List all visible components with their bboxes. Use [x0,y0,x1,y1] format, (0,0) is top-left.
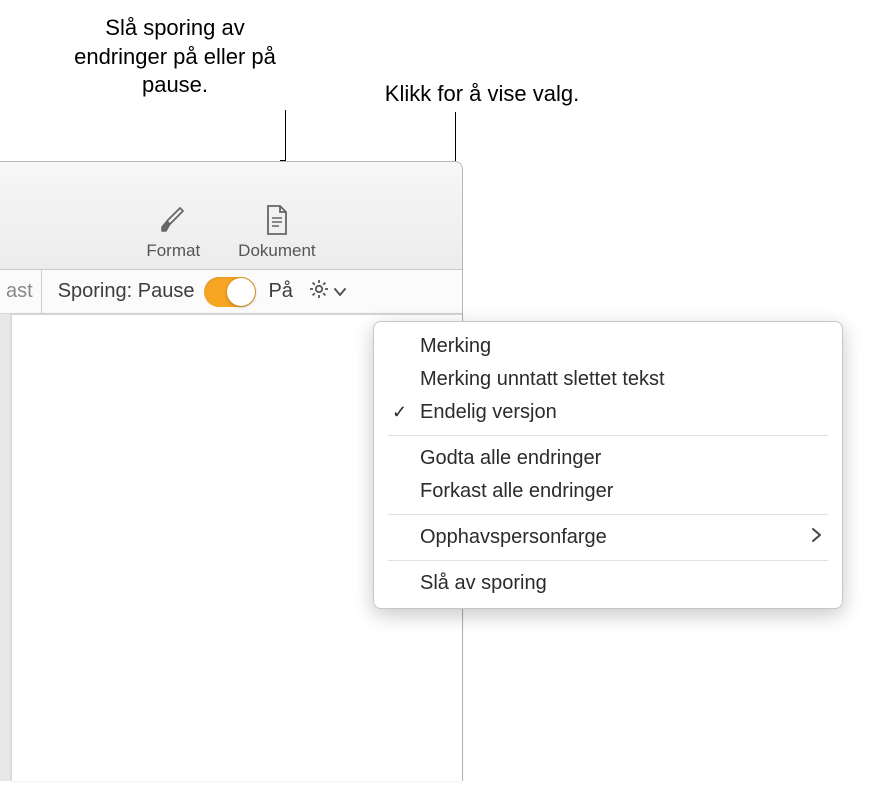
menu-item-reject-all[interactable]: Forkast alle endringer [374,475,842,508]
menu-separator [388,514,828,515]
menu-item-label: Merking [420,335,491,358]
menu-item-accept-all[interactable]: Godta alle endringer [374,442,842,475]
document-label: Dokument [238,241,315,261]
tracking-toggle[interactable] [204,277,256,307]
gear-icon [307,277,331,307]
brush-icon [156,203,190,237]
menu-item-label: Slå av sporing [420,572,547,595]
on-label: På [268,280,292,303]
document-toolbar-item[interactable]: Dokument [238,203,315,261]
format-toolbar-item[interactable]: Format [146,203,200,261]
menu-item-label: Endelig versjon [420,401,557,424]
menu-separator [388,560,828,561]
chevron-down-icon [333,280,347,303]
format-label: Format [146,241,200,261]
menu-item-turn-off-tracking[interactable]: Slå av sporing [374,567,842,600]
chevron-right-icon [811,526,822,549]
cutoff-text: ast [6,270,42,313]
callout-line [455,112,456,162]
menu-item-final-version[interactable]: ✓ Endelig versjon [374,396,842,429]
toggle-knob [227,278,255,306]
menu-item-markup[interactable]: Merking [374,330,842,363]
menu-item-markup-except-deleted[interactable]: Merking unntatt slettet tekst [374,363,842,396]
main-toolbar: Format Dokument [0,162,462,270]
callout-menu-description: Klikk for å vise valg. [352,80,612,109]
menu-item-author-color[interactable]: Opphavspersonfarge [374,521,842,554]
check-icon: ✓ [392,402,407,423]
document-margin [0,314,11,781]
menu-item-label: Forkast alle endringer [420,480,613,503]
menu-item-label: Godta alle endringer [420,447,601,470]
tracking-label: Sporing: Pause [58,280,195,303]
callout-line [285,110,286,160]
menu-item-label: Opphavspersonfarge [420,526,607,549]
callout-toggle-description: Slå sporing av endringer på eller på pau… [60,14,290,100]
document-icon [260,203,294,237]
menu-item-label: Merking unntatt slettet tekst [420,368,665,391]
tracking-options-menu: Merking Merking unntatt slettet tekst ✓ … [373,321,843,609]
menu-separator [388,435,828,436]
options-dropdown-button[interactable] [307,277,347,307]
tracking-toolbar: ast Sporing: Pause På [0,270,462,314]
